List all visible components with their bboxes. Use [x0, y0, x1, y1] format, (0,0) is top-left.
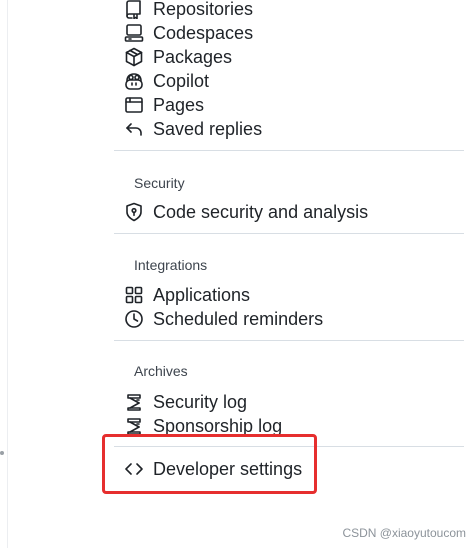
sidebar-item-scheduled-reminders[interactable]: Scheduled reminders: [123, 307, 323, 331]
apps-icon: [123, 284, 145, 306]
sidebar-item-label: Code security and analysis: [153, 202, 369, 222]
scroll-indicator-dot: [0, 451, 4, 455]
codespaces-icon: [123, 22, 145, 44]
sidebar-item-label: Repositories: [153, 0, 254, 19]
log-icon: [123, 391, 145, 413]
section-heading-integrations: Integrations: [134, 257, 208, 273]
highlight-annotation-box: [102, 434, 317, 494]
package-icon: [123, 46, 145, 68]
sidebar-item-codespaces[interactable]: Codespaces: [123, 21, 253, 45]
sidebar-item-label: Saved replies: [153, 119, 263, 139]
sidebar-item-repositories[interactable]: Repositories: [123, 0, 253, 21]
sidebar-item-label: Pages: [153, 95, 205, 115]
section-divider: [114, 150, 464, 151]
shield-lock-icon: [123, 201, 145, 223]
section-divider: [114, 233, 464, 234]
section-divider: [114, 340, 464, 341]
sidebar-item-pages[interactable]: Pages: [123, 93, 204, 117]
sidebar-item-label: Copilot: [153, 71, 210, 91]
repo-icon: [123, 0, 145, 20]
sidebar-item-packages[interactable]: Packages: [123, 45, 232, 69]
section-heading-security: Security: [134, 175, 185, 191]
sidebar-item-label: Security log: [153, 392, 248, 412]
sidebar-item-label: Codespaces: [153, 23, 254, 43]
sidebar-item-label: Applications: [153, 285, 251, 305]
sidebar-item-security-log[interactable]: Security log: [123, 390, 247, 414]
settings-sidebar-page: Repositories Codespaces Packages Copilot…: [0, 0, 474, 548]
sidebar-item-copilot[interactable]: Copilot: [123, 69, 209, 93]
sidebar-item-applications[interactable]: Applications: [123, 283, 250, 307]
sidebar-item-code-security[interactable]: Code security and analysis: [123, 200, 368, 224]
reply-icon: [123, 118, 145, 140]
copilot-icon: [123, 70, 145, 92]
left-edge-divider: [7, 0, 8, 548]
watermark-text: CSDN @xiaoyutoucom: [342, 526, 466, 540]
sidebar-item-saved-replies[interactable]: Saved replies: [123, 117, 262, 141]
section-heading-archives: Archives: [134, 363, 188, 379]
clock-icon: [123, 308, 145, 330]
sidebar-item-label: Packages: [153, 47, 233, 67]
browser-icon: [123, 94, 145, 116]
sidebar-item-label: Scheduled reminders: [153, 309, 324, 329]
